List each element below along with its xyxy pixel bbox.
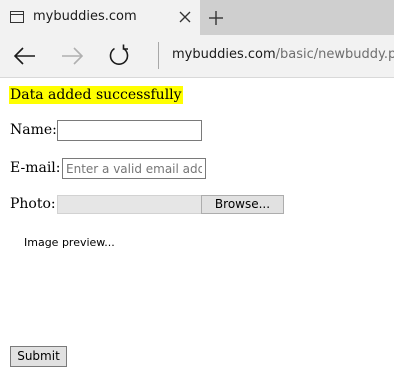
address-bar[interactable]: mybuddies.com/basic/newbuddy.php — [172, 47, 394, 62]
submit-button[interactable]: Submit — [10, 346, 67, 367]
browser-window: mybuddies.com mybuddies.com/basic/newbud… — [0, 0, 394, 373]
tab-title: mybuddies.com — [33, 9, 137, 24]
nav-divider — [158, 42, 159, 69]
email-input[interactable] — [62, 158, 206, 179]
plus-icon[interactable] — [207, 9, 225, 27]
file-path-field[interactable] — [57, 195, 202, 214]
page-content: Data added successfully Name: E-mail: Ph… — [0, 78, 394, 373]
browse-button[interactable]: Browse... — [201, 195, 284, 214]
image-preview-placeholder: Image preview... — [24, 236, 115, 249]
arrow-left-icon[interactable] — [12, 43, 38, 69]
name-label: Name: — [10, 122, 57, 138]
url-host: mybuddies.com — [172, 47, 276, 62]
navigation-bar: mybuddies.com/basic/newbuddy.php — [0, 35, 394, 78]
tab-mybuddies[interactable]: mybuddies.com — [0, 0, 200, 35]
tab-bar: mybuddies.com — [0, 0, 394, 35]
photo-label: Photo: — [10, 196, 56, 212]
refresh-icon[interactable] — [106, 43, 132, 69]
arrow-right-icon[interactable] — [59, 43, 85, 69]
page-icon — [10, 11, 24, 23]
close-icon[interactable] — [178, 10, 192, 24]
email-label: E-mail: — [10, 160, 61, 176]
url-path: /basic/newbuddy.php — [275, 47, 394, 62]
name-input[interactable] — [57, 120, 202, 141]
success-message: Data added successfully — [9, 86, 183, 104]
